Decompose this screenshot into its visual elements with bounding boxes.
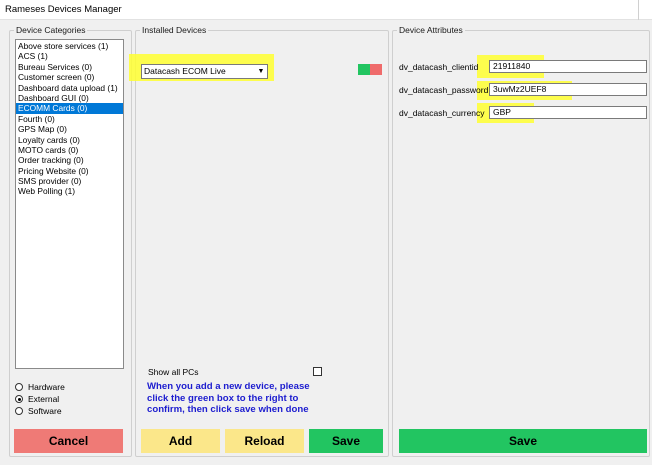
radio-hardware-label: Hardware <box>28 382 65 392</box>
info-text-line-2: click the green box to the right to <box>147 392 299 404</box>
list-item[interactable]: Order tracking (0) <box>16 155 123 165</box>
list-item[interactable]: SMS provider (0) <box>16 176 123 186</box>
chevron-down-icon[interactable]: ▼ <box>255 65 267 78</box>
device-categories-panel: Device Categories Above store services (… <box>9 25 132 457</box>
currency-label: dv_datacash_currency <box>399 108 485 118</box>
list-item[interactable]: Bureau Services (0) <box>16 62 123 72</box>
password-label: dv_datacash_password <box>399 85 489 95</box>
radio-hardware[interactable]: Hardware <box>15 381 65 393</box>
add-button[interactable]: Add <box>141 429 220 453</box>
list-item[interactable]: Customer screen (0) <box>16 72 123 82</box>
show-all-pcs-label: Show all PCs <box>148 367 199 377</box>
radio-software-label: Software <box>28 406 62 416</box>
list-item[interactable]: Fourth (0) <box>16 114 123 124</box>
save-devices-button[interactable]: Save <box>309 429 383 453</box>
radio-external[interactable]: External <box>15 393 59 405</box>
clientid-field[interactable]: 21911840 <box>489 60 647 73</box>
installed-devices-panel: Installed Devices Datacash ECOM Live ▼ S… <box>129 25 389 457</box>
info-text-line-3: confirm, then click save when done <box>147 404 309 415</box>
cancel-button[interactable]: Cancel <box>14 429 123 453</box>
installed-devices-title: Installed Devices <box>140 25 209 36</box>
list-item[interactable]: MOTO cards (0) <box>16 145 123 155</box>
status-red-box[interactable] <box>370 64 382 75</box>
radio-external-label: External <box>28 394 60 404</box>
list-item[interactable]: Above store services (1) <box>16 41 123 51</box>
list-item-selected[interactable]: ECOMM Cards (0) <box>16 103 123 114</box>
save-attributes-button[interactable]: Save <box>399 429 647 453</box>
window-title: Rameses Devices Manager <box>5 4 122 15</box>
list-item[interactable]: Loyalty cards (0) <box>16 135 123 145</box>
confirm-green-box[interactable] <box>358 64 370 75</box>
list-item[interactable]: Dashboard data upload (1) <box>16 83 123 93</box>
device-attributes-panel: Device Attributes dv_datacash_clientid 2… <box>392 25 650 457</box>
installed-device-select-value: Datacash ECOM Live <box>144 66 226 76</box>
radio-hardware-circle[interactable] <box>15 383 23 391</box>
device-categories-title: Device Categories <box>14 25 88 36</box>
radio-external-circle[interactable] <box>15 395 23 403</box>
list-item[interactable]: Web Polling (1) <box>16 186 123 196</box>
password-field[interactable]: 3uwMz2UEF8 <box>489 83 647 96</box>
installed-device-select[interactable]: Datacash ECOM Live ▼ <box>141 64 268 79</box>
currency-field[interactable]: GBP <box>489 106 647 119</box>
clientid-label: dv_datacash_clientid <box>399 62 479 72</box>
list-item[interactable]: GPS Map (0) <box>16 124 123 134</box>
show-all-pcs-checkbox[interactable] <box>313 367 322 376</box>
info-text: When you add a new device, please click … <box>147 381 310 416</box>
window-close-button[interactable] <box>638 0 652 20</box>
radio-software[interactable]: Software <box>15 405 62 417</box>
list-item[interactable]: Dashboard GUI (0) <box>16 93 123 103</box>
info-text-line-1: When you add a new device, please <box>147 381 310 392</box>
list-item[interactable]: Pricing Website (0) <box>16 166 123 176</box>
device-categories-list[interactable]: Above store services (1) ACS (1) Bureau … <box>15 39 124 369</box>
radio-software-circle[interactable] <box>15 407 23 415</box>
list-item[interactable]: ACS (1) <box>16 51 123 61</box>
title-bar: Rameses Devices Manager <box>0 0 652 20</box>
reload-button[interactable]: Reload <box>225 429 304 453</box>
device-attributes-title: Device Attributes <box>397 25 465 36</box>
